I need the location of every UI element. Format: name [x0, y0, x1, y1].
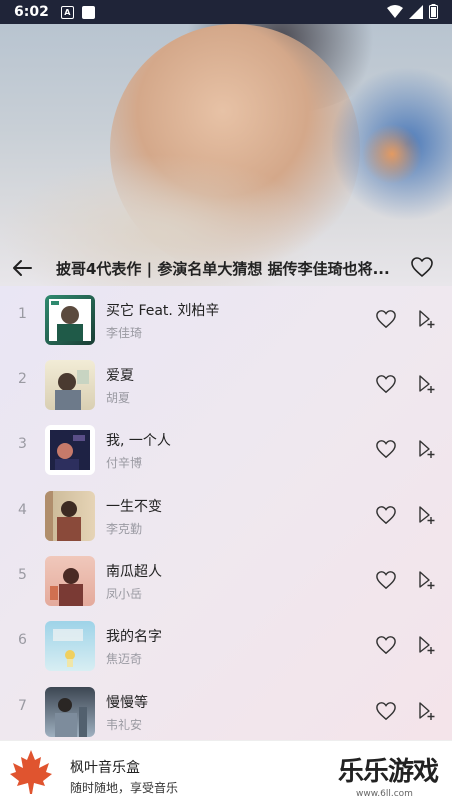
favorite-playlist-icon[interactable]: [410, 255, 434, 279]
status-icons: [387, 4, 438, 19]
playlist-header: 披哥4代表作 | 参演名单大猜想 据传李佳琦也将...: [0, 24, 452, 286]
song-row[interactable]: 5 南瓜超人 凤小岳: [0, 547, 452, 607]
like-heart-icon[interactable]: [375, 439, 397, 459]
album-cover: [45, 556, 95, 606]
watermark-url: www.6ll.com: [356, 789, 413, 799]
like-heart-icon[interactable]: [375, 570, 397, 590]
song-index: 2: [18, 371, 27, 387]
album-cover: [45, 621, 95, 671]
like-heart-icon[interactable]: [375, 309, 397, 329]
app-name: 枫叶音乐盒: [70, 760, 140, 776]
song-row[interactable]: 3 我, 一个人 付辛博: [0, 416, 452, 476]
song-index: 3: [18, 436, 27, 452]
add-to-queue-icon[interactable]: [417, 309, 437, 329]
song-title: 爱夏: [106, 368, 134, 384]
like-heart-icon[interactable]: [375, 374, 397, 394]
song-row[interactable]: 4 一生不变 李克勤: [0, 482, 452, 542]
battery-icon: [429, 4, 438, 19]
song-row[interactable]: 2 爱夏 胡夏: [0, 351, 452, 411]
status-time: 6:02: [14, 4, 49, 20]
song-index: 4: [18, 502, 27, 518]
song-title: 慢慢等: [106, 695, 148, 711]
song-row[interactable]: 1 买它 Feat. 刘柏辛 李佳琦: [0, 286, 452, 346]
album-cover: [45, 491, 95, 541]
add-to-queue-icon[interactable]: [417, 635, 437, 655]
add-to-queue-icon[interactable]: [417, 570, 437, 590]
back-arrow-icon[interactable]: [10, 256, 34, 280]
song-artist: 韦礼安: [106, 718, 143, 732]
add-to-queue-icon[interactable]: [417, 439, 437, 459]
add-to-queue-icon[interactable]: [417, 505, 437, 525]
song-title: 我的名字: [106, 629, 162, 645]
song-row[interactable]: 6 我的名字 焦迈奇: [0, 612, 452, 672]
song-index: 5: [18, 567, 27, 583]
signal-icon: [409, 4, 423, 19]
add-to-queue-icon[interactable]: [417, 701, 437, 721]
album-cover: [45, 360, 95, 410]
song-title: 我, 一个人: [106, 433, 171, 449]
add-to-queue-icon[interactable]: [417, 374, 437, 394]
album-cover: [45, 687, 95, 737]
song-title: 一生不变: [106, 499, 162, 515]
status-bar: 6:02 A: [0, 0, 452, 24]
album-cover: [45, 295, 95, 345]
like-heart-icon[interactable]: [375, 635, 397, 655]
song-artist: 胡夏: [106, 391, 131, 405]
song-artist: 李佳琦: [106, 326, 143, 340]
like-heart-icon[interactable]: [375, 505, 397, 525]
like-heart-icon[interactable]: [375, 701, 397, 721]
app-slogan: 随时随地，享受音乐: [70, 781, 179, 795]
song-list: 1 买它 Feat. 刘柏辛 李佳琦 2 爱夏 胡夏 3 我, 一个人 付辛博 …: [0, 286, 452, 740]
song-artist: 凤小岳: [106, 587, 143, 601]
song-artist: 李克勤: [106, 522, 143, 536]
album-cover: [45, 425, 95, 475]
title-row: 披哥4代表作 | 参演名单大猜想 据传李佳琦也将...: [0, 250, 452, 284]
watermark-logo: 乐乐游戏: [338, 757, 439, 787]
wifi-icon: [387, 4, 403, 18]
song-artist: 焦迈奇: [106, 652, 143, 666]
notification-a-icon: A: [60, 5, 74, 19]
header-art-orange: [362, 124, 422, 184]
page-title: 披哥4代表作 | 参演名单大猜想 据传李佳琦也将...: [56, 260, 390, 278]
mini-player[interactable]: 枫叶音乐盒 随时随地，享受音乐 乐乐游戏 www.6ll.com: [0, 740, 452, 806]
song-row[interactable]: 7 慢慢等 韦礼安: [0, 678, 452, 738]
maple-leaf-icon: [10, 750, 52, 794]
song-artist: 付辛博: [106, 456, 143, 470]
song-title: 南瓜超人: [106, 564, 162, 580]
song-index: 7: [18, 698, 27, 714]
song-index: 1: [18, 306, 27, 322]
song-index: 6: [18, 632, 27, 648]
notification-square-icon: [81, 5, 95, 19]
song-title: 买它 Feat. 刘柏辛: [106, 303, 220, 319]
